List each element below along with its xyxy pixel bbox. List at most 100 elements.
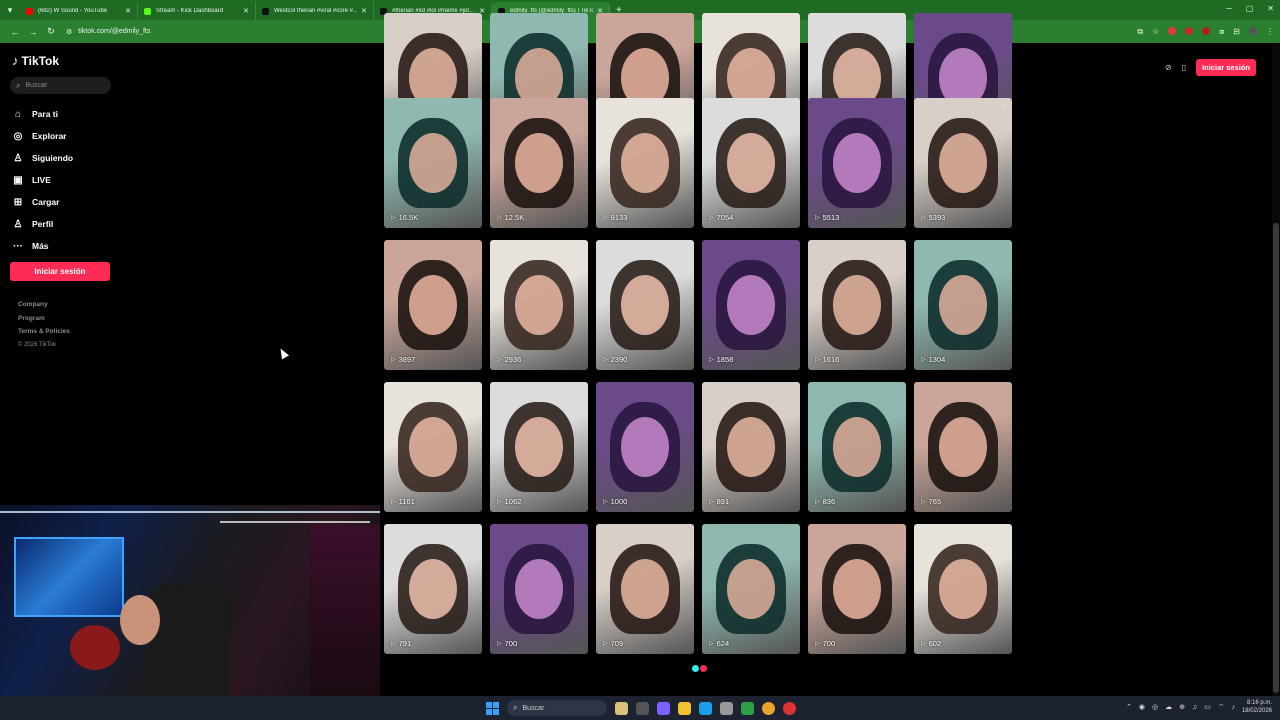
browser-menu-icon[interactable]: ⋮	[1266, 27, 1274, 37]
sidebar-nav-label: Explorar	[32, 131, 67, 141]
browser-tab[interactable]: Stream - Kick Dashboard ✕	[138, 2, 256, 20]
video-thumbnail[interactable]: ▷ 791	[384, 524, 482, 654]
page-scrollbar[interactable]	[1272, 43, 1280, 696]
footer-link-company[interactable]: Company	[18, 301, 70, 315]
tab-close-icon[interactable]: ✕	[125, 7, 131, 15]
tray-app-icon[interactable]: ◉	[1139, 703, 1145, 711]
sidebar-nav-item[interactable]: ▣ LIVE	[12, 169, 73, 191]
tab-search-icon[interactable]: ▾	[0, 0, 20, 20]
reload-icon[interactable]: ↻	[42, 26, 60, 37]
video-thumbnail[interactable]: ▷ 2936	[490, 240, 588, 370]
close-window-icon[interactable]: ✕	[1267, 4, 1274, 13]
tray-app2-icon[interactable]: ◎	[1152, 703, 1158, 711]
tab-close-icon[interactable]: ✕	[243, 7, 249, 15]
video-thumbnail[interactable]: ▷ 12.5K	[490, 98, 588, 228]
install-icon[interactable]: ⧉	[1137, 27, 1143, 37]
video-thumbnail[interactable]: ▷ 709	[596, 524, 694, 654]
back-icon[interactable]: ←	[6, 27, 24, 37]
video-thumbnail[interactable]: ▷ 5513	[808, 98, 906, 228]
taskbar-search[interactable]: ⌕ Buscar	[507, 700, 607, 716]
view-count-value: 2936	[504, 355, 522, 364]
tray-volume-icon[interactable]: ♪	[1231, 704, 1235, 711]
extension-red-icon[interactable]	[1168, 26, 1177, 35]
video-thumbnail[interactable]: ▷ 700	[808, 524, 906, 654]
video-thumbnail[interactable]: ▷ 836	[808, 382, 906, 512]
video-thumbnail[interactable]: ▷ 16.5K	[384, 98, 482, 228]
scrollbar-thumb[interactable]	[1273, 223, 1279, 693]
adblock-icon[interactable]	[1185, 26, 1194, 35]
play-icon: ▷	[709, 499, 714, 505]
video-thumbnail[interactable]: ▷ 2390	[596, 240, 694, 370]
tray-cloud-icon[interactable]: ☁	[1165, 703, 1172, 711]
video-thumbnail[interactable]: ▷ 1000	[596, 382, 694, 512]
tab-groups-icon[interactable]: ⊟	[1233, 27, 1240, 37]
tiktok-logo[interactable]: ♪ TikTok	[12, 53, 59, 68]
tray-display-icon[interactable]: ▭	[1204, 703, 1211, 711]
profile-avatar[interactable]	[1249, 26, 1257, 35]
video-thumbnail[interactable]: ▷ 3897	[384, 240, 482, 370]
maximize-icon[interactable]: ▢	[1246, 4, 1254, 13]
video-thumbnail[interactable]: ▷ 7054	[702, 98, 800, 228]
extensions-puzzle-icon[interactable]: ⧈	[1219, 27, 1224, 37]
video-thumbnail[interactable]: ▷ 891	[702, 382, 800, 512]
device-icon[interactable]: ▯	[1182, 63, 1186, 72]
sidebar-nav-item[interactable]: ♙ Siguiendo	[12, 147, 74, 169]
video-thumbnail[interactable]: ▷ 1304	[914, 240, 1012, 370]
play-icon: ▷	[603, 215, 608, 221]
taskbar-copilot-icon[interactable]	[657, 701, 670, 715]
video-thumbnail[interactable]: ▷ 1062	[490, 382, 588, 512]
sidebar-nav-item[interactable]: ⊞ Cargar	[12, 191, 73, 213]
thumbnail-face	[833, 133, 881, 193]
tray-mic-icon[interactable]: ♫	[1192, 704, 1197, 711]
video-thumbnail[interactable]: ▷ 602	[914, 524, 1012, 654]
clock[interactable]: 8:16 p.m. 18/02/2026	[1242, 699, 1272, 715]
taskbar-chrome-icon[interactable]	[762, 701, 775, 715]
search-input[interactable]: ⌕ Buscar	[10, 77, 111, 94]
play-icon: ▷	[815, 499, 820, 505]
view-count: ▷ 3897	[391, 355, 415, 364]
coin-icon[interactable]: ⊘	[1165, 63, 1172, 72]
sidebar-nav-item[interactable]: ··· Más	[12, 235, 73, 257]
tab-close-icon[interactable]: ✕	[361, 7, 367, 15]
header-login-button[interactable]: Iniciar sesión	[1196, 59, 1256, 76]
site-info-icon[interactable]: ⚙	[66, 28, 72, 36]
loading-dot-pink	[700, 665, 707, 672]
taskbar-taskview-icon[interactable]	[636, 701, 649, 715]
view-count-value: 5393	[928, 213, 946, 222]
sidebar-nav-item[interactable]: ♙ Perfil	[12, 213, 73, 235]
browser-tab[interactable]: Westcol therian #viral #core #... ✕	[256, 2, 374, 20]
extension-icon[interactable]	[1202, 26, 1211, 35]
windows-start-icon[interactable]	[486, 701, 499, 715]
play-icon: ▷	[497, 215, 502, 221]
video-thumbnail[interactable]: ▷ 765	[914, 382, 1012, 512]
video-thumbnail[interactable]: ▷ 9133	[596, 98, 694, 228]
play-icon: ▷	[497, 499, 502, 505]
browser-tab[interactable]: (682) W Sound - YouTube ✕	[20, 2, 138, 20]
bookmark-star-icon[interactable]: ☆	[1152, 27, 1159, 37]
video-thumbnail[interactable]: ▷ 5393 ⧉	[914, 98, 1012, 228]
play-icon: ▷	[497, 357, 502, 363]
video-thumbnail[interactable]: ▷ 1616	[808, 240, 906, 370]
taskbar-edge-icon[interactable]	[699, 701, 712, 715]
tray-chevron-icon[interactable]: ⌃	[1126, 703, 1132, 711]
minimize-icon[interactable]: ─	[1226, 4, 1232, 13]
video-thumbnail[interactable]: ▷ 700	[490, 524, 588, 654]
tray-wifi-icon[interactable]: ⌔	[1218, 703, 1225, 712]
taskbar-app-red-icon[interactable]	[783, 701, 796, 715]
play-icon: ▷	[709, 357, 714, 363]
taskbar-app-icon[interactable]	[741, 701, 754, 715]
sidebar-nav-item[interactable]: ◎ Explorar	[12, 125, 73, 147]
footer-link-program[interactable]: Program	[18, 315, 70, 329]
webcam-fireplace-screen	[14, 537, 124, 617]
footer-link-terms[interactable]: Terms & Policies	[18, 328, 70, 342]
forward-icon[interactable]: →	[24, 27, 42, 37]
sidebar-nav-item[interactable]: ⌂ Para ti	[12, 103, 73, 125]
tray-network-icon[interactable]: ⊕	[1179, 703, 1185, 711]
taskbar-explorer-icon[interactable]	[678, 701, 691, 715]
video-thumbnail[interactable]: ▷ 624	[702, 524, 800, 654]
video-thumbnail[interactable]: ▷ 1858	[702, 240, 800, 370]
sidebar-login-button[interactable]: Iniciar sesión	[10, 262, 110, 281]
video-thumbnail[interactable]: ▷ 1161	[384, 382, 482, 512]
taskbar-weather-icon[interactable]	[615, 701, 628, 715]
taskbar-store-icon[interactable]	[720, 701, 733, 715]
